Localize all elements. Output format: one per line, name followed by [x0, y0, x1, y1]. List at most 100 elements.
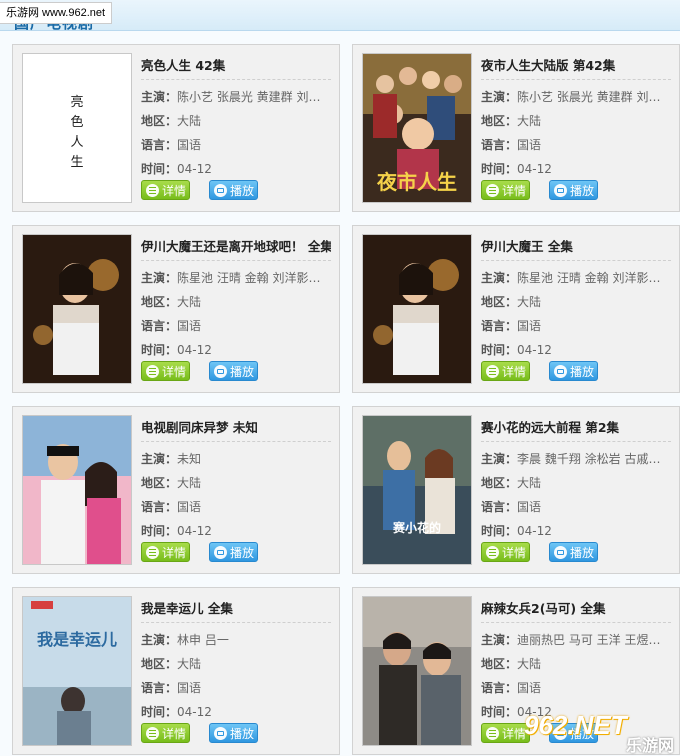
detail-button[interactable]: 详情 [141, 361, 190, 381]
show-poster[interactable]: 赛小花的 [362, 415, 472, 565]
detail-button[interactable]: 详情 [141, 542, 190, 562]
svg-text:亮: 亮 [70, 94, 83, 110]
region-label: 地区： [481, 476, 518, 490]
region-value: 大陆 [177, 295, 202, 309]
show-title[interactable]: 电视剧同床异梦 未知 [141, 415, 331, 442]
play-label: 播放 [570, 546, 595, 560]
detail-button[interactable]: 详情 [481, 361, 530, 381]
cast-value: 李晨 魏千翔 涂松岩 古戚… [517, 452, 661, 466]
show-poster[interactable] [362, 234, 472, 384]
time-label: 时间： [481, 705, 518, 719]
detail-label: 详情 [162, 184, 187, 198]
show-poster[interactable]: 我是幸运儿 [22, 596, 132, 746]
show-poster[interactable]: 夜市人生 [362, 53, 472, 203]
detail-label: 详情 [162, 546, 187, 560]
show-poster[interactable] [22, 234, 132, 384]
region-label: 地区： [141, 114, 178, 128]
language-value: 国语 [517, 681, 542, 695]
show-title[interactable]: 夜市人生大陆版 第42集 [481, 53, 671, 80]
poster-title: 夜市人生 [376, 170, 457, 194]
play-button[interactable]: 播放 [549, 542, 598, 562]
watermark-bottom: 962.NET 乐游网 [524, 710, 674, 755]
cast-label: 主演： [481, 452, 518, 466]
region-label: 地区： [481, 114, 518, 128]
poster-title: 赛小花的 [392, 520, 441, 535]
language-label: 语言： [481, 138, 518, 152]
cast-value: 陈小艺 张晨光 黄建群 刘… [517, 90, 661, 104]
region-label: 地区： [481, 657, 518, 671]
play-label: 播放 [570, 365, 595, 379]
detail-label: 详情 [502, 727, 527, 741]
show-card: 伊川大魔王还是离开地球吧！ 全集 主演：陈星池 汪晴 金翰 刘洋影… 地区：大陆… [12, 225, 340, 393]
tv-icon [554, 546, 567, 559]
cast-label: 主演： [141, 271, 178, 285]
show-card: 夜市人生 夜市人生大陆版 第42集 主演：陈小艺 张晨光 黄建群 刘… 地区：大… [352, 44, 680, 212]
region-value: 大陆 [517, 657, 542, 671]
region-label: 地区： [141, 657, 178, 671]
poster-title: 我是幸运儿 [37, 630, 117, 649]
language-label: 语言： [141, 319, 178, 333]
tv-icon [214, 546, 227, 559]
language-value: 国语 [177, 319, 202, 333]
language-value: 国语 [177, 500, 202, 514]
region-value: 大陆 [177, 657, 202, 671]
region-label: 地区： [141, 476, 178, 490]
detail-button[interactable]: 详情 [481, 723, 530, 743]
tv-icon [214, 365, 227, 378]
cast-label: 主演： [481, 633, 518, 647]
play-button[interactable]: 播放 [549, 180, 598, 200]
svg-text:人: 人 [70, 135, 83, 150]
region-value: 大陆 [177, 476, 202, 490]
show-card: 伊川大魔王 全集 主演：陈星池 汪晴 金翰 刘洋影… 地区：大陆 语言：国语 时… [352, 225, 680, 393]
show-title[interactable]: 伊川大魔王还是离开地球吧！ 全集 [141, 234, 331, 261]
play-label: 播放 [570, 184, 595, 198]
cast-value: 林申 吕一 [177, 633, 229, 647]
show-title[interactable]: 伊川大魔王 全集 [481, 234, 671, 261]
language-label: 语言： [481, 319, 518, 333]
play-button[interactable]: 播放 [209, 180, 258, 200]
play-button[interactable]: 播放 [209, 361, 258, 381]
watermark-text: 乐游网 [625, 736, 674, 755]
time-label: 时间： [481, 162, 518, 176]
language-value: 国语 [517, 138, 542, 152]
play-button[interactable]: 播放 [209, 542, 258, 562]
detail-button[interactable]: 详情 [141, 723, 190, 743]
detail-label: 详情 [502, 546, 527, 560]
detail-button[interactable]: 详情 [481, 542, 530, 562]
show-poster[interactable]: 亮 色 人 生 [22, 53, 132, 203]
region-value: 大陆 [517, 114, 542, 128]
tv-icon [214, 184, 227, 197]
show-poster[interactable] [22, 415, 132, 565]
region-value: 大陆 [517, 295, 542, 309]
list-icon [486, 546, 499, 559]
list-icon [146, 727, 159, 740]
detail-button[interactable]: 详情 [141, 180, 190, 200]
show-poster[interactable] [362, 596, 472, 746]
language-value: 国语 [517, 319, 542, 333]
tv-icon [214, 727, 227, 740]
time-label: 时间： [141, 162, 178, 176]
list-icon [486, 727, 499, 740]
play-button[interactable]: 播放 [549, 361, 598, 381]
time-value: 04-12 [177, 524, 212, 538]
cast-label: 主演： [141, 452, 178, 466]
show-title[interactable]: 我是幸运儿 全集 [141, 596, 331, 623]
time-value: 04-12 [177, 343, 212, 357]
language-label: 语言： [141, 681, 178, 695]
show-card: 赛小花的 赛小花的远大前程 第2集 主演：李晨 魏千翔 涂松岩 古戚… 地区：大… [352, 406, 680, 574]
cast-label: 主演： [141, 90, 178, 104]
time-label: 时间： [481, 343, 518, 357]
time-label: 时间： [141, 524, 178, 538]
show-title[interactable]: 亮色人生 42集 [141, 53, 331, 80]
language-value: 国语 [517, 500, 542, 514]
show-title[interactable]: 赛小花的远大前程 第2集 [481, 415, 671, 442]
time-label: 时间： [481, 524, 518, 538]
svg-text:色: 色 [70, 114, 83, 130]
show-title[interactable]: 麻辣女兵2(马可) 全集 [481, 596, 671, 623]
time-value: 04-12 [177, 162, 212, 176]
detail-button[interactable]: 详情 [481, 180, 530, 200]
cast-value: 陈星池 汪晴 金翰 刘洋影… [177, 271, 321, 285]
region-label: 地区： [141, 295, 178, 309]
play-button[interactable]: 播放 [209, 723, 258, 743]
detail-label: 详情 [162, 727, 187, 741]
